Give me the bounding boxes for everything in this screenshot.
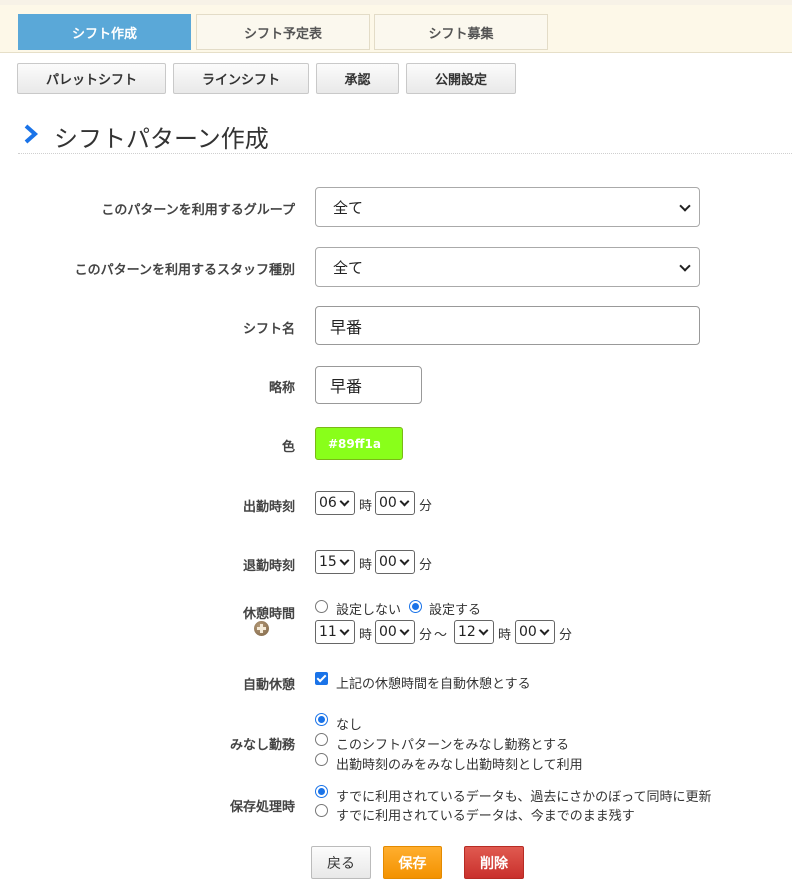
chevron-down-icon — [539, 625, 550, 636]
end-minute-select[interactable]: 00 — [375, 550, 415, 574]
chevron-down-icon — [399, 625, 410, 636]
chevron-down-icon — [339, 496, 350, 507]
short-name-input[interactable]: 早番 — [315, 366, 422, 404]
publish-settings-button[interactable]: 公開設定 — [406, 63, 516, 94]
approval-button[interactable]: 承認 — [316, 63, 399, 94]
tab-shift-recruit[interactable]: シフト募集 — [374, 14, 548, 50]
auto-break-label: 自動休憩 — [242, 678, 295, 693]
deemed-option-label: 出勤時刻のみをみなし出勤時刻として利用 — [336, 758, 583, 773]
minute-unit: 分 — [419, 628, 433, 643]
tab-shift-schedule[interactable]: シフト予定表 — [196, 14, 370, 50]
minute-unit: 分 — [419, 499, 433, 514]
line-shift-button[interactable]: ラインシフト — [173, 63, 309, 94]
break-on-label: 設定する — [429, 603, 482, 618]
page-heading: シフトパターン作成 — [18, 117, 792, 154]
break-time-label: 休憩時間 — [242, 607, 295, 622]
deemed-option-label: なし — [336, 718, 363, 733]
chevron-right-icon — [24, 124, 39, 144]
save-update-all-radio[interactable] — [315, 785, 328, 798]
tab-shift-create[interactable]: シフト作成 — [18, 14, 191, 50]
chevron-down-icon — [339, 555, 350, 566]
save-button[interactable]: 保存 — [383, 846, 442, 879]
color-label: 色 — [281, 440, 295, 455]
break-to-minute-value: 00 — [519, 624, 537, 640]
shift-name-label: シフト名 — [242, 322, 295, 337]
deemed-work-label: みなし勤務 — [229, 738, 295, 753]
staff-type-label: このパターンを利用するスタッフ種別 — [74, 263, 295, 278]
break-to-hour-value: 12 — [458, 624, 476, 640]
break-from-hour-value: 11 — [319, 624, 337, 640]
minute-unit: 分 — [419, 558, 433, 573]
save-option-label: すでに利用されているデータも、過去にさかのぼって同時に更新 — [336, 790, 712, 805]
start-minute-value: 00 — [379, 495, 397, 511]
break-to-minute-select[interactable]: 00 — [515, 620, 555, 644]
minute-unit: 分 — [559, 628, 573, 643]
break-to-hour-select[interactable]: 12 — [454, 620, 494, 644]
chevron-down-icon — [679, 260, 691, 272]
break-off-label: 設定しない — [336, 603, 402, 618]
auto-break-checkbox[interactable] — [315, 672, 328, 685]
range-separator: 〜 — [434, 628, 448, 643]
deemed-option-label: このシフトパターンをみなし勤務とする — [336, 738, 569, 753]
deemed-start-only-radio[interactable] — [315, 753, 328, 766]
shift-name-input[interactable]: 早番 — [315, 306, 700, 345]
deemed-pattern-radio[interactable] — [315, 733, 328, 746]
chevron-down-icon — [399, 555, 410, 566]
save-process-label: 保存処理時 — [229, 800, 295, 815]
break-on-radio[interactable] — [409, 600, 422, 613]
staff-type-select[interactable]: 全て — [315, 247, 700, 287]
start-minute-select[interactable]: 00 — [375, 491, 415, 515]
deemed-none-radio[interactable] — [315, 713, 328, 726]
color-value: #89ff1a — [328, 436, 381, 451]
main-tab-bar: シフト作成 シフト予定表 シフト募集 — [0, 5, 792, 53]
break-from-hour-select[interactable]: 11 — [315, 620, 355, 644]
palette-shift-button[interactable]: パレットシフト — [17, 63, 166, 94]
break-from-minute-select[interactable]: 00 — [375, 620, 415, 644]
hour-unit: 時 — [359, 499, 373, 514]
hour-unit: 時 — [498, 628, 512, 643]
chevron-down-icon — [478, 625, 489, 636]
chevron-down-icon — [399, 496, 410, 507]
start-hour-select[interactable]: 06 — [315, 491, 355, 515]
staff-type-select-value: 全て — [333, 258, 364, 277]
shift-name-value: 早番 — [330, 317, 363, 337]
hour-unit: 時 — [359, 628, 373, 643]
save-option-label: すでに利用されているデータは、今までのまま残す — [336, 809, 635, 824]
end-minute-value: 00 — [379, 554, 397, 570]
start-time-label: 出勤時刻 — [242, 500, 295, 515]
auto-break-text: 上記の休憩時間を自動休憩とする — [336, 677, 531, 692]
end-time-label: 退勤時刻 — [242, 559, 295, 574]
end-hour-value: 15 — [319, 554, 337, 570]
break-from-minute-value: 00 — [379, 624, 397, 640]
chevron-down-icon — [679, 200, 691, 212]
color-picker[interactable]: #89ff1a — [315, 427, 403, 460]
break-off-radio[interactable] — [315, 600, 328, 613]
save-keep-radio[interactable] — [315, 804, 328, 817]
start-hour-value: 06 — [319, 495, 337, 511]
group-select-value: 全て — [333, 198, 364, 217]
end-hour-select[interactable]: 15 — [315, 550, 355, 574]
hour-unit: 時 — [359, 558, 373, 573]
page-title: シフトパターン作成 — [54, 125, 269, 153]
short-name-value: 早番 — [330, 377, 363, 396]
short-name-label: 略称 — [268, 381, 295, 396]
add-break-icon[interactable] — [254, 621, 269, 636]
chevron-down-icon — [339, 625, 350, 636]
delete-button[interactable]: 削除 — [464, 846, 524, 879]
group-label: このパターンを利用するグループ — [101, 203, 295, 218]
group-select[interactable]: 全て — [315, 187, 700, 227]
back-button[interactable]: 戻る — [311, 846, 371, 879]
